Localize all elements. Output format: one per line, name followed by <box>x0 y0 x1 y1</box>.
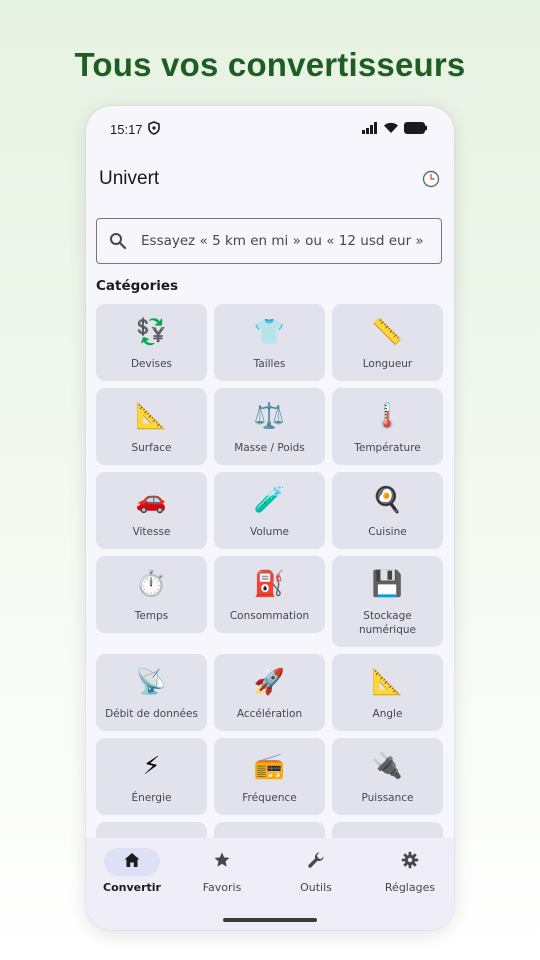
category-label: Accélération <box>236 708 303 720</box>
category-stockage-numerique[interactable]: 💾 Stockage numérique <box>332 556 443 647</box>
home-gesture-bar[interactable] <box>223 918 317 922</box>
bottom-navigation: Convertir Favoris Outils Réglages <box>86 838 454 930</box>
nav-item-outils[interactable]: Outils <box>270 848 362 894</box>
category-label: Angle <box>372 708 403 720</box>
category-label: Cuisine <box>368 526 407 538</box>
nav-label: Outils <box>300 881 332 894</box>
category-puissance[interactable]: 🔌 Puissance <box>332 738 443 815</box>
floppy-disk-icon: 💾 <box>371 569 404 598</box>
status-time: 15:17 <box>110 122 143 137</box>
nav-active-indicator <box>104 848 160 876</box>
nav-pill <box>194 848 250 876</box>
category-label: Volume <box>249 526 290 538</box>
rocket-icon: 🚀 <box>253 667 286 696</box>
category-temperature[interactable]: 🌡️ Température <box>332 388 443 465</box>
car-icon: 🚗 <box>135 485 168 514</box>
category-label: Longueur <box>362 358 413 370</box>
battery-icon <box>404 122 428 137</box>
nav-label: Convertir <box>103 881 161 894</box>
category-label: Puissance <box>361 792 414 804</box>
nav-pill <box>382 848 438 876</box>
category-angle[interactable]: 📐 Angle <box>332 654 443 731</box>
ruler-icon: 📏 <box>371 317 404 346</box>
wifi-icon <box>383 122 399 137</box>
category-label: Tailles <box>253 358 286 370</box>
signal-icon <box>362 122 378 137</box>
category-energie[interactable]: ⚡ Énergie <box>96 738 207 815</box>
plug-icon: 🔌 <box>371 751 404 780</box>
search-field[interactable] <box>96 218 442 264</box>
fuel-pump-icon: ⛽ <box>253 569 286 598</box>
category-tailles[interactable]: 👕 Tailles <box>214 304 325 381</box>
tshirt-icon: 👕 <box>253 317 286 346</box>
category-debit-de-donnees[interactable]: 📡 Débit de données <box>96 654 207 731</box>
category-label: Énergie <box>131 792 172 804</box>
wrench-icon <box>307 851 325 873</box>
promo-headline: Tous vos convertisseurs <box>74 46 466 83</box>
app-title: Univert <box>99 168 160 189</box>
status-bar: 15:17 <box>86 106 454 152</box>
balance-scale-icon: ⚖️ <box>253 401 286 430</box>
category-label: Masse / Poids <box>234 442 305 454</box>
frying-pan-icon: 🍳 <box>371 485 404 514</box>
thermometer-icon: 🌡️ <box>371 401 404 430</box>
category-acceleration[interactable]: 🚀 Accélération <box>214 654 325 731</box>
category-frequence[interactable]: 📻 Fréquence <box>214 738 325 815</box>
category-label: Débit de données <box>105 708 198 720</box>
category-surface[interactable]: 📐 Surface <box>96 388 207 465</box>
history-clock-icon[interactable] <box>422 170 440 188</box>
nav-item-reglages[interactable]: Réglages <box>364 848 454 894</box>
star-icon <box>213 851 231 873</box>
category-label: Fréquence <box>242 792 297 804</box>
status-icons <box>362 122 428 137</box>
currency-exchange-icon: 💱 <box>135 317 168 346</box>
category-temps[interactable]: ⏱️ Temps <box>96 556 207 633</box>
category-label: Devises <box>130 358 173 370</box>
nav-label: Réglages <box>384 881 436 894</box>
stopwatch-icon: ⏱️ <box>135 569 168 598</box>
test-tube-icon: 🧪 <box>253 485 286 514</box>
satellite-dish-icon: 📡 <box>135 667 168 696</box>
category-cuisine[interactable]: 🍳 Cuisine <box>332 472 443 549</box>
phone-screen: 15:17 Univert Catégories 💱 Devises 👕 Taill… <box>86 106 454 930</box>
triangle-ruler-icon: 📐 <box>135 401 168 430</box>
category-masse-poids[interactable]: ⚖️ Masse / Poids <box>214 388 325 465</box>
category-volume[interactable]: 🧪 Volume <box>214 472 325 549</box>
nav-item-convertir[interactable]: Convertir <box>86 848 178 894</box>
search-icon <box>109 232 127 254</box>
nav-item-favoris[interactable]: Favoris <box>176 848 268 894</box>
gear-icon <box>401 851 419 873</box>
category-label: Vitesse <box>132 526 171 538</box>
categories-title: Catégories <box>96 278 179 294</box>
triangle-ruler-icon: 📐 <box>371 667 404 696</box>
category-label: Consommation <box>229 610 310 622</box>
category-vitesse[interactable]: 🚗 Vitesse <box>96 472 207 549</box>
categories-grid: 💱 Devises 👕 Tailles 📏 Longueur 📐 Surface ⚖️ M… <box>96 304 444 862</box>
nav-pill <box>288 848 344 876</box>
shield-icon <box>148 121 160 138</box>
category-consommation[interactable]: ⛽ Consommation <box>214 556 325 633</box>
nav-label: Favoris <box>202 881 242 894</box>
category-longueur[interactable]: 📏 Longueur <box>332 304 443 381</box>
lightning-icon: ⚡ <box>142 751 161 780</box>
category-devises[interactable]: 💱 Devises <box>96 304 207 381</box>
home-icon <box>123 851 141 873</box>
category-label: Temps <box>134 610 169 622</box>
radio-icon: 📻 <box>253 751 286 780</box>
category-label: Surface <box>131 442 172 454</box>
category-label: Stockage numérique <box>358 610 416 636</box>
category-label: Température <box>354 442 421 454</box>
search-input[interactable] <box>141 219 431 263</box>
